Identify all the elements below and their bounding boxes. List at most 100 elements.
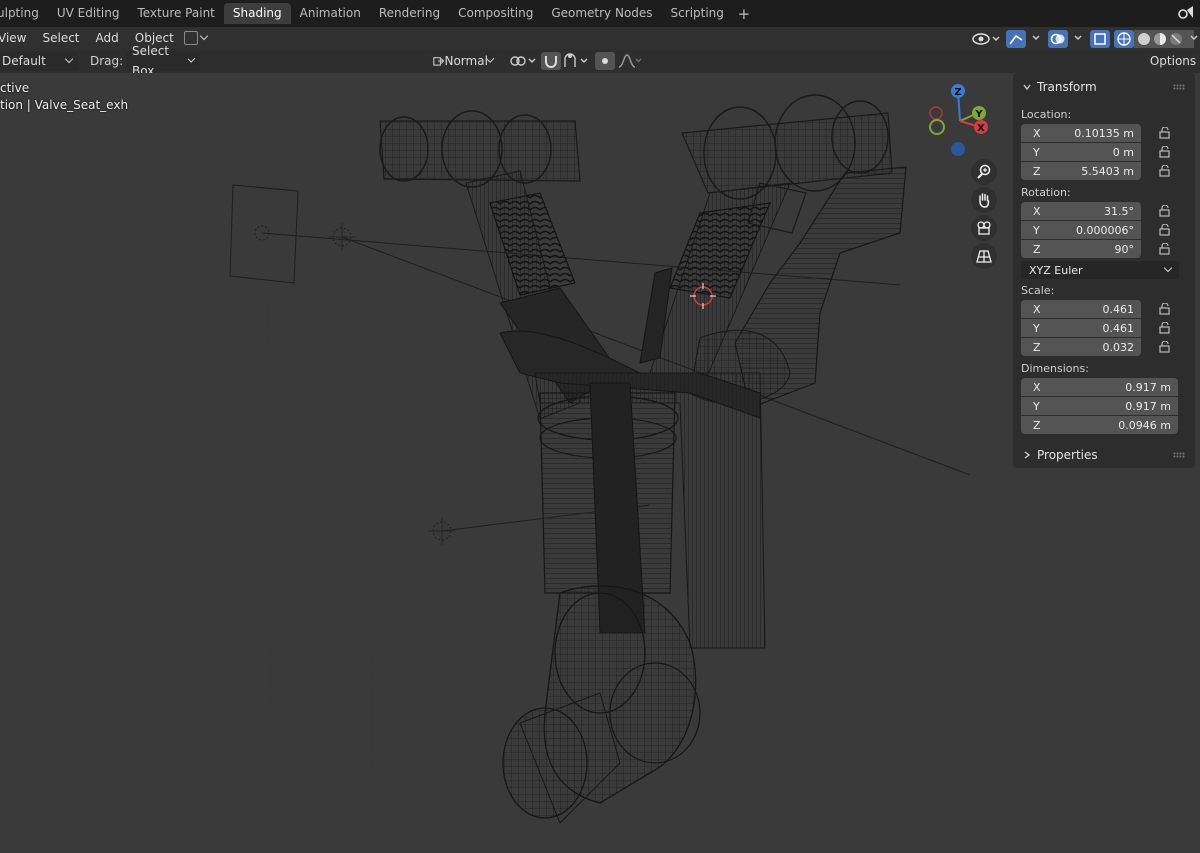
properties-panel-header[interactable]: Properties bbox=[1013, 443, 1195, 467]
scale-x-field[interactable]: X 0.461 bbox=[1021, 300, 1141, 318]
proportional-edit-icon bbox=[595, 52, 615, 70]
lock-icon[interactable] bbox=[1158, 224, 1172, 236]
xray-toggle[interactable] bbox=[1090, 30, 1110, 48]
light-empty-plane[interactable] bbox=[229, 184, 299, 284]
tab-rendering[interactable]: Rendering bbox=[370, 3, 449, 24]
orientation-value: Default bbox=[2, 54, 46, 68]
drag-dropdown[interactable]: Select Box bbox=[126, 44, 200, 78]
field-value: 0.0946 m bbox=[1118, 418, 1171, 432]
axis-label: Z bbox=[1033, 164, 1041, 178]
options-dropdown[interactable]: Options bbox=[1146, 51, 1200, 71]
gizmo-icon bbox=[1006, 30, 1040, 48]
viewport-mode-text: ctive bbox=[0, 81, 30, 95]
lock-icon[interactable] bbox=[1158, 127, 1172, 139]
snap-toggle[interactable] bbox=[541, 52, 561, 70]
drag-grip-icon[interactable] bbox=[1173, 84, 1185, 90]
axis-label: Y bbox=[1033, 399, 1040, 413]
lock-icon[interactable] bbox=[1158, 165, 1172, 177]
chevron-down-icon bbox=[199, 31, 209, 41]
snap-target-dropdown[interactable] bbox=[562, 52, 592, 70]
axis-label: X bbox=[1033, 302, 1041, 316]
hand-pan-icon bbox=[979, 193, 990, 208]
options-label: Options bbox=[1149, 54, 1197, 68]
lock-icon[interactable] bbox=[1158, 341, 1172, 353]
properties-sidebar: Transform Location: X 0.10135 m Y 0 m Z 5.5… bbox=[1013, 73, 1195, 468]
dimensions-x-field[interactable]: X 0.917 m bbox=[1021, 378, 1178, 396]
field-value: 0.032 bbox=[1102, 340, 1135, 354]
z-axis-label: Z bbox=[954, 87, 961, 98]
tab-texture-paint[interactable]: Texture Paint bbox=[128, 3, 223, 24]
field-value: 0.10135 m bbox=[1074, 126, 1134, 140]
location-x-field[interactable]: X 0.10135 m bbox=[1021, 124, 1141, 142]
negative-z-axis-icon[interactable] bbox=[951, 142, 965, 156]
location-y-field[interactable]: Y 0 m bbox=[1021, 143, 1141, 161]
tab-compositing[interactable]: Compositing bbox=[449, 3, 542, 24]
field-value: 90° bbox=[1114, 242, 1135, 256]
navigation-gizmo[interactable]: Z Y X bbox=[924, 81, 994, 159]
orientation-dropdown[interactable]: Default bbox=[0, 51, 78, 71]
workspace-tab-bar: ulpting UV Editing Texture Paint Shading… bbox=[0, 0, 1200, 27]
camera-view-button[interactable] bbox=[971, 215, 997, 241]
axis-label: X bbox=[1033, 204, 1041, 218]
crankshaft[interactable] bbox=[502, 585, 701, 824]
visibility-dropdown[interactable] bbox=[972, 30, 1000, 48]
tab-uv-editing[interactable]: UV Editing bbox=[48, 3, 129, 24]
intake-pipe-left[interactable] bbox=[379, 110, 581, 188]
rotation-x-field[interactable]: X 31.5° bbox=[1021, 202, 1141, 220]
scale-z-field[interactable]: Z 0.032 bbox=[1021, 338, 1141, 356]
perspective-toggle-button[interactable] bbox=[971, 243, 997, 269]
transform-orientation-dropdown[interactable]: Normal bbox=[427, 51, 499, 71]
scene-icon[interactable] bbox=[1176, 4, 1196, 22]
location-label: Location: bbox=[1021, 108, 1072, 121]
transform-panel-header[interactable]: Transform bbox=[1013, 75, 1195, 99]
negative-x-axis-icon[interactable] bbox=[929, 106, 943, 120]
transform-orientation-value: Normal bbox=[444, 54, 488, 68]
gizmo-toggle[interactable] bbox=[1006, 30, 1046, 48]
camera-view-icon bbox=[977, 221, 991, 235]
properties-title: Properties bbox=[1037, 448, 1098, 462]
pivot-dropdown[interactable] bbox=[508, 52, 538, 70]
field-value: 5.5403 m bbox=[1081, 164, 1134, 178]
rotation-z-field[interactable]: Z 90° bbox=[1021, 240, 1141, 258]
pan-button[interactable] bbox=[971, 187, 997, 213]
drag-label: Drag: bbox=[90, 54, 124, 68]
dimensions-y-field[interactable]: Y 0.917 m bbox=[1021, 397, 1178, 415]
shading-modes-icon bbox=[1114, 30, 1198, 48]
zoom-icon bbox=[977, 164, 991, 179]
location-z-field[interactable]: Z 5.5403 m bbox=[1021, 162, 1141, 180]
shading-mode-group[interactable] bbox=[1114, 30, 1200, 48]
snap-target-icon bbox=[564, 53, 588, 67]
x-axis-label: X bbox=[977, 123, 985, 134]
tab-scripting[interactable]: Scripting bbox=[662, 3, 733, 24]
chevron-down-icon bbox=[1023, 84, 1031, 91]
lock-icon[interactable] bbox=[1158, 322, 1172, 334]
scale-y-field[interactable]: Y 0.461 bbox=[1021, 319, 1141, 337]
lock-icon[interactable] bbox=[1158, 303, 1172, 315]
dimensions-z-field[interactable]: Z 0.0946 m bbox=[1021, 416, 1178, 434]
tab-shading[interactable]: Shading bbox=[223, 3, 291, 24]
axis-label: X bbox=[1033, 380, 1041, 394]
tab-sculpting[interactable]: ulpting bbox=[0, 3, 48, 24]
falloff-dropdown[interactable] bbox=[617, 52, 643, 70]
chevron-down-icon bbox=[64, 54, 74, 64]
lock-icon[interactable] bbox=[1158, 243, 1172, 255]
menu-add[interactable]: Add bbox=[88, 31, 127, 45]
overlays-icon bbox=[1048, 30, 1082, 48]
tab-animation[interactable]: Animation bbox=[291, 3, 370, 24]
proportional-edit-toggle[interactable] bbox=[595, 52, 615, 70]
negative-y-axis-icon[interactable] bbox=[929, 119, 945, 135]
tab-geometry-nodes[interactable]: Geometry Nodes bbox=[542, 3, 661, 24]
lock-icon[interactable] bbox=[1158, 146, 1172, 158]
zoom-button[interactable] bbox=[971, 159, 997, 185]
pivot-icon bbox=[510, 56, 536, 66]
rotation-y-field[interactable]: Y 0.000006° bbox=[1021, 221, 1141, 239]
axis-label: Y bbox=[1033, 223, 1040, 237]
lock-icon[interactable] bbox=[1158, 205, 1172, 217]
rotation-mode-dropdown[interactable]: XYZ Euler bbox=[1021, 261, 1179, 279]
menu-view[interactable]: View bbox=[0, 31, 34, 45]
menu-select[interactable]: Select bbox=[34, 31, 87, 45]
add-workspace-button[interactable]: + bbox=[733, 5, 755, 23]
drag-grip-icon[interactable] bbox=[1173, 452, 1185, 458]
axis-label: Y bbox=[1033, 145, 1040, 159]
overlays-toggle[interactable] bbox=[1048, 30, 1088, 48]
